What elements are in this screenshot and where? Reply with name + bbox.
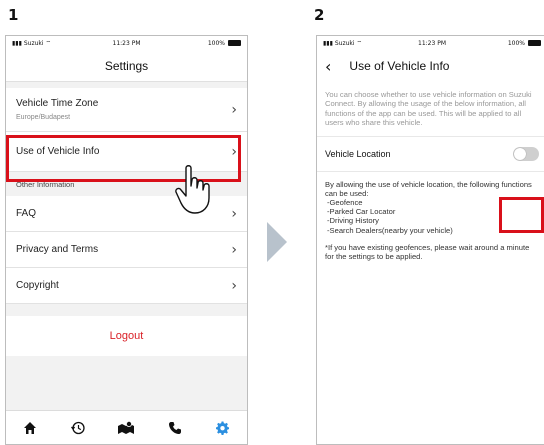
settings-item-label: FAQ	[16, 208, 37, 219]
settings-item-privacy-and-terms[interactable]: Privacy and Terms ›	[6, 232, 247, 268]
instruction-figure: 1 2 ▮▮▮ Suzuki ⌔ 11:23 PM 100% Settings …	[0, 0, 544, 445]
map-icon[interactable]	[115, 417, 137, 439]
status-bar: ▮▮▮ Suzuki ⌔ 11:23 PM 100%	[6, 36, 247, 50]
step-number-2: 2	[314, 6, 325, 24]
highlight-frame-toggle	[499, 197, 544, 233]
page-header: ‹ Use of Vehicle Info	[317, 50, 544, 82]
phone-screen-settings: ▮▮▮ Suzuki ⌔ 11:23 PM 100% Settings Vehi…	[5, 35, 248, 445]
status-time: 11:23 PM	[418, 39, 446, 47]
functions-description: By allowing the use of vehicle location,…	[325, 179, 532, 198]
status-time: 11:23 PM	[112, 39, 141, 47]
vehicle-location-label: Vehicle Location	[325, 148, 391, 159]
vehicle-location-toggle[interactable]	[513, 146, 539, 161]
phone-screen-use-of-vehicle-info: ▮▮▮ Suzuki ⌔ 11:23 PM 100% ‹ Use of Vehi…	[316, 35, 544, 445]
status-bar: ▮▮▮ Suzuki ⌔ 11:23 PM 100%	[317, 36, 544, 50]
settings-item-label: Privacy and Terms	[16, 244, 99, 255]
vehicle-location-row: Vehicle Location	[317, 135, 544, 172]
intro-text: You can choose whether to use vehicle in…	[325, 90, 532, 128]
history-icon[interactable]	[67, 417, 89, 439]
home-icon[interactable]	[19, 417, 41, 439]
settings-item-label: Vehicle Time Zone	[16, 98, 99, 109]
back-chevron-icon[interactable]: ‹	[325, 57, 331, 76]
settings-item-vehicle-time-zone[interactable]: Vehicle Time Zone Europe/Budapest ›	[6, 88, 247, 132]
chevron-right-icon: ›	[231, 205, 237, 222]
next-step-arrow-icon	[267, 222, 287, 262]
settings-item-sub: Europe/Budapest	[16, 114, 71, 121]
chevron-right-icon: ›	[231, 277, 237, 294]
chevron-right-icon: ›	[231, 241, 237, 258]
content-panel: You can choose whether to use vehicle in…	[317, 82, 544, 444]
page-title: Use of Vehicle Info	[349, 59, 450, 73]
settings-item-copyright[interactable]: Copyright ›	[6, 268, 247, 304]
tap-hand-icon	[175, 165, 210, 214]
settings-icon[interactable]	[212, 417, 234, 439]
settings-item-label: Copyright	[16, 280, 59, 291]
bottom-tab-bar	[6, 410, 247, 444]
phone-icon[interactable]	[164, 417, 186, 439]
geofence-note: *If you have existing geofences, please …	[325, 242, 530, 262]
chevron-right-icon: ›	[231, 101, 237, 118]
page-title: Settings	[6, 50, 247, 82]
logout-button[interactable]: Logout	[6, 316, 247, 356]
step-number-1: 1	[8, 6, 19, 24]
